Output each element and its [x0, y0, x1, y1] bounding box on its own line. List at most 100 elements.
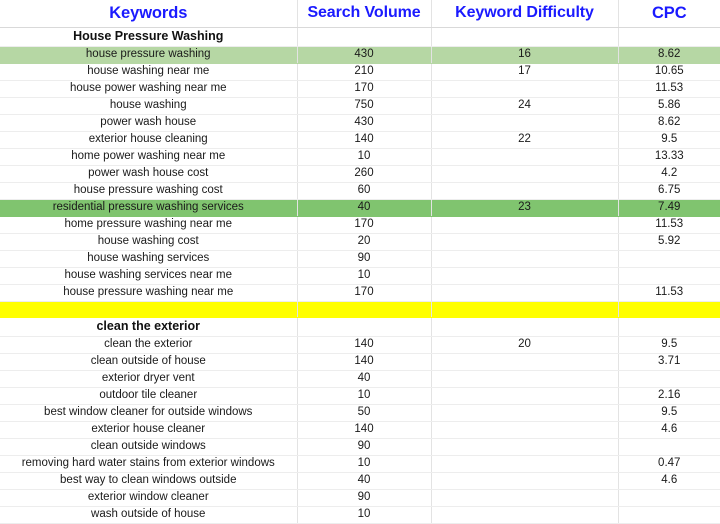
cell-cpc[interactable]: 11.53 [618, 284, 720, 302]
table-row[interactable]: clean outside of house 140 3.71 [0, 353, 720, 371]
cell-keyword[interactable]: house washing near me [0, 63, 298, 81]
table-row[interactable]: house pressure washing cost 60 6.75 [0, 182, 720, 200]
cell-search-volume[interactable]: 40 [297, 472, 432, 490]
table-row[interactable]: house washing services near me 10 [0, 267, 720, 285]
cell-keyword[interactable]: house washing services [0, 250, 298, 268]
cell-cpc[interactable]: 11.53 [618, 216, 720, 234]
cell-keyword[interactable]: house washing [0, 97, 298, 115]
cell-search-volume[interactable]: 260 [297, 165, 432, 183]
cell-keyword-difficulty[interactable] [431, 233, 619, 251]
cell-search-volume[interactable]: 430 [297, 46, 432, 64]
cell-cpc[interactable]: 4.6 [618, 421, 720, 439]
cell-keyword-difficulty[interactable] [431, 370, 619, 388]
cell-keyword[interactable]: exterior window cleaner [0, 489, 298, 507]
cell-keyword-difficulty[interactable] [431, 80, 619, 98]
cell-keyword-difficulty[interactable] [431, 317, 619, 337]
cell-keyword[interactable]: exterior house cleaner [0, 421, 298, 439]
cell-cpc[interactable] [618, 506, 720, 524]
cell-search-volume[interactable]: 430 [297, 114, 432, 132]
table-row[interactable]: house washing cost 20 5.92 [0, 233, 720, 251]
cell-keyword-difficulty[interactable] [431, 250, 619, 268]
cell-keyword-difficulty[interactable] [431, 353, 619, 371]
cell-keyword[interactable]: exterior house cleaning [0, 131, 298, 149]
table-row[interactable]: home power washing near me 10 13.33 [0, 148, 720, 166]
cell-keyword-difficulty[interactable] [431, 216, 619, 234]
table-row[interactable]: best window cleaner for outside windows 5… [0, 404, 720, 422]
cell-keyword-difficulty[interactable]: 17 [431, 63, 619, 81]
cell-cpc[interactable]: 9.5 [618, 404, 720, 422]
cell-search-volume[interactable]: 10 [297, 148, 432, 166]
cell-keyword-difficulty[interactable]: 22 [431, 131, 619, 149]
cell-keyword-difficulty[interactable] [431, 438, 619, 456]
cell-cpc[interactable]: 7.49 [618, 199, 720, 217]
cell-search-volume[interactable]: 10 [297, 506, 432, 524]
cell-search-volume[interactable]: 170 [297, 216, 432, 234]
cell-keyword[interactable]: power wash house [0, 114, 298, 132]
cell-search-volume[interactable]: 140 [297, 336, 432, 354]
cell-cpc[interactable] [618, 27, 720, 47]
cell-keyword[interactable]: clean outside windows [0, 438, 298, 456]
cell-keyword[interactable]: home pressure washing near me [0, 216, 298, 234]
cell-keyword[interactable]: power wash house cost [0, 165, 298, 183]
cell-cpc[interactable]: 3.71 [618, 353, 720, 371]
cell-cpc[interactable]: 6.75 [618, 182, 720, 200]
cell-search-volume[interactable]: 140 [297, 353, 432, 371]
cell-search-volume[interactable]: 10 [297, 455, 432, 473]
table-row[interactable]: exterior house cleaning 140 22 9.5 [0, 131, 720, 149]
cell-cpc[interactable]: 4.6 [618, 472, 720, 490]
table-row[interactable]: power wash house 430 8.62 [0, 114, 720, 132]
cell-cpc[interactable]: 2.16 [618, 387, 720, 405]
cell-keyword[interactable]: best window cleaner for outside windows [0, 404, 298, 422]
cell-keyword[interactable]: house pressure washing [0, 46, 298, 64]
section-heading-row[interactable]: House Pressure Washing [0, 27, 720, 47]
cell-keyword-difficulty[interactable] [431, 404, 619, 422]
cell-keyword-difficulty[interactable] [431, 387, 619, 405]
cell-cpc[interactable]: 8.62 [618, 114, 720, 132]
column-header-cpc[interactable]: CPC [618, 0, 720, 28]
cell-cpc[interactable] [618, 267, 720, 285]
cell-search-volume[interactable]: 750 [297, 97, 432, 115]
cell-keyword-difficulty[interactable] [431, 284, 619, 302]
table-row[interactable]: residential pressure washing services 40 2… [0, 199, 720, 217]
cell-keyword[interactable]: exterior dryer vent [0, 370, 298, 388]
cell-search-volume[interactable]: 170 [297, 284, 432, 302]
cell-keyword[interactable] [0, 301, 298, 318]
cell-cpc[interactable] [618, 250, 720, 268]
cell-keyword[interactable]: house power washing near me [0, 80, 298, 98]
cell-cpc[interactable]: 5.92 [618, 233, 720, 251]
cell-keyword-difficulty[interactable] [431, 27, 619, 47]
cell-cpc[interactable] [618, 370, 720, 388]
cell-keyword-difficulty[interactable] [431, 165, 619, 183]
table-row[interactable]: clean the exterior 140 20 9.5 [0, 336, 720, 354]
cell-keyword[interactable]: best way to clean windows outside [0, 472, 298, 490]
cell-keyword[interactable]: outdoor tile cleaner [0, 387, 298, 405]
cell-keyword[interactable]: home power washing near me [0, 148, 298, 166]
cell-keyword-difficulty[interactable] [431, 506, 619, 524]
cell-cpc[interactable] [618, 438, 720, 456]
cell-cpc[interactable]: 11.53 [618, 80, 720, 98]
cell-keyword[interactable]: clean the exterior [0, 336, 298, 354]
cell-keyword[interactable]: House Pressure Washing [0, 27, 298, 47]
table-row[interactable]: wash outside of house 10 [0, 506, 720, 524]
cell-search-volume[interactable] [297, 317, 432, 337]
cell-keyword-difficulty[interactable] [431, 421, 619, 439]
cell-cpc[interactable]: 9.5 [618, 336, 720, 354]
cell-keyword[interactable]: clean outside of house [0, 353, 298, 371]
cell-cpc[interactable] [618, 317, 720, 337]
cell-search-volume[interactable]: 20 [297, 233, 432, 251]
table-row[interactable]: clean outside windows 90 [0, 438, 720, 456]
cell-keyword[interactable]: house washing cost [0, 233, 298, 251]
cell-search-volume[interactable]: 40 [297, 199, 432, 217]
cell-search-volume[interactable]: 90 [297, 250, 432, 268]
table-row[interactable]: removing hard water stains from exterior… [0, 455, 720, 473]
cell-search-volume[interactable]: 50 [297, 404, 432, 422]
cell-keyword[interactable]: wash outside of house [0, 506, 298, 524]
cell-keyword-difficulty[interactable] [431, 182, 619, 200]
cell-search-volume[interactable]: 210 [297, 63, 432, 81]
table-row[interactable]: best way to clean windows outside 40 4.6 [0, 472, 720, 490]
table-row[interactable]: house pressure washing 430 16 8.62 [0, 46, 720, 64]
spacer-row[interactable] [0, 301, 720, 318]
cell-keyword-difficulty[interactable]: 16 [431, 46, 619, 64]
cell-search-volume[interactable]: 40 [297, 370, 432, 388]
cell-search-volume[interactable]: 60 [297, 182, 432, 200]
